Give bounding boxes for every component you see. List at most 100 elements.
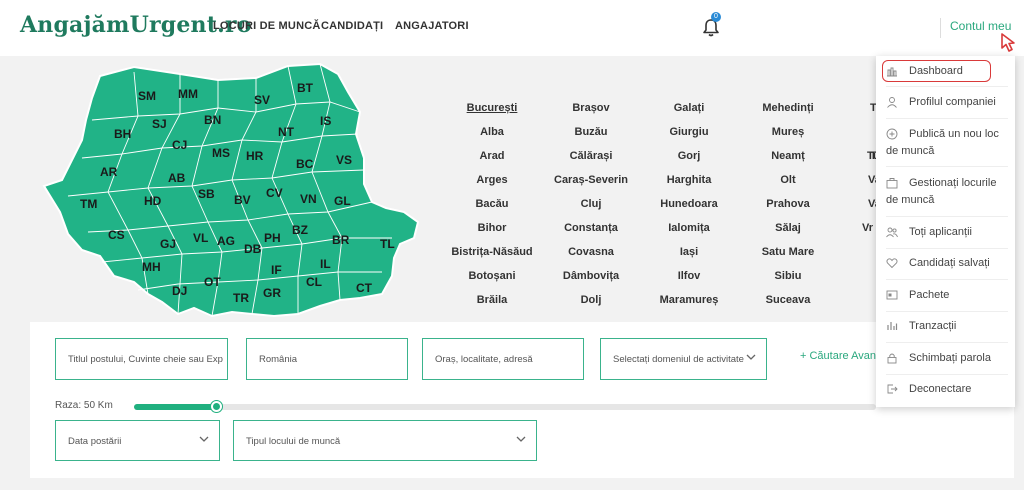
county-label-if: IF	[271, 263, 282, 277]
county-label-tr: TR	[233, 291, 249, 305]
job-type-placeholder: Tipul locului de muncă	[246, 436, 341, 447]
menu-divider	[886, 311, 1008, 312]
city-link[interactable]: Covasna	[568, 246, 614, 258]
city-link[interactable]: Cluj	[581, 198, 602, 210]
menu-item-company-profile[interactable]: Profilul companiei	[886, 94, 1008, 111]
radius-slider[interactable]	[134, 401, 876, 412]
menu-item-label: Schimbați parola	[909, 352, 991, 364]
advanced-search-link[interactable]: + Căutare Avan	[800, 350, 876, 362]
county-label-bz: BZ	[292, 223, 308, 237]
county-label-sm: SM	[138, 89, 156, 103]
menu-item-label: Pachete	[909, 289, 950, 301]
city-link[interactable]: Brașov	[572, 102, 609, 114]
romania-map[interactable]: SM MM BT SV BH SJ BN IS NT CJ MS HR VS A…	[42, 62, 422, 324]
county-label-hr: HR	[246, 149, 264, 163]
keyword-search-input[interactable]: Titlul postului, Cuvinte cheie sau Exp	[55, 338, 228, 380]
city-link[interactable]: Hunedoara	[660, 198, 717, 210]
city-link[interactable]: Alba	[480, 126, 504, 138]
county-label-bt: BT	[297, 81, 314, 95]
city-link[interactable]: Sibiu	[775, 270, 802, 282]
county-label-ms: MS	[212, 146, 230, 160]
city-link[interactable]: Olt	[780, 174, 795, 186]
password-icon	[887, 353, 897, 364]
city-link[interactable]: Ilfov	[678, 270, 701, 282]
menu-item-post-job[interactable]: Publică un nou loc de muncă	[886, 126, 1008, 160]
city-link[interactable]: Maramureș	[660, 294, 719, 306]
county-label-hd: HD	[144, 194, 162, 208]
city-link[interactable]: Bacău	[475, 198, 508, 210]
menu-item-transactions[interactable]: Tranzacții	[886, 318, 1008, 335]
chevron-down-icon	[516, 436, 526, 442]
chevron-down-icon	[746, 354, 756, 360]
menu-item-change-password[interactable]: Schimbați parola	[886, 350, 1008, 367]
notifications-bell-icon[interactable]: 0	[700, 12, 722, 38]
nav-locuri-de-munca[interactable]: LOCURI DE MUNCĂ	[213, 20, 321, 32]
menu-item-label: Deconectare	[909, 383, 972, 395]
job-type-select[interactable]: Tipul locului de muncă	[233, 420, 537, 461]
location-placeholder: Oraș, localitate, adresă	[435, 354, 533, 365]
city-link[interactable]: Giurgiu	[669, 126, 708, 138]
radius-slider-handle[interactable]	[210, 401, 222, 412]
city-link[interactable]: Vr	[862, 222, 873, 234]
menu-item-label: Publică un nou loc de muncă	[886, 128, 999, 157]
menu-item-all-applicants[interactable]: Toți aplicanții	[886, 224, 1008, 241]
city-link[interactable]: Suceava	[766, 294, 811, 306]
user-icon	[887, 97, 897, 108]
city-link[interactable]: Botoșani	[468, 270, 515, 282]
city-link[interactable]: Galați	[674, 102, 705, 114]
menu-item-packages[interactable]: Pachete	[886, 287, 1008, 304]
county-label-ot: OT	[204, 275, 221, 289]
city-link[interactable]: Mehedinți	[762, 102, 813, 114]
city-link[interactable]: Sălaj	[775, 222, 801, 234]
menu-item-manage-jobs[interactable]: Gestionați locurile de muncă	[886, 175, 1008, 209]
county-label-ab: AB	[168, 171, 186, 185]
county-label-bh: BH	[114, 127, 131, 141]
dashboard-highlight-ring	[882, 60, 991, 82]
city-link[interactable]: Brăila	[477, 294, 508, 306]
city-link[interactable]: Bihor	[478, 222, 507, 234]
date-posted-placeholder: Data postării	[68, 436, 122, 447]
city-link[interactable]: Iași	[680, 246, 698, 258]
nav-angajatori[interactable]: ANGAJATORI	[395, 20, 469, 32]
city-link[interactable]: Constanța	[564, 222, 618, 234]
city-link[interactable]: Arad	[479, 150, 504, 162]
city-link[interactable]: Harghita	[667, 174, 712, 186]
menu-item-label: Profilul companiei	[909, 96, 996, 108]
city-link[interactable]: Buzău	[575, 126, 608, 138]
country-input[interactable]: România	[246, 338, 408, 380]
menu-divider	[886, 118, 1008, 119]
nav-candidati[interactable]: CANDIDAȚI	[321, 20, 383, 32]
county-label-bv: BV	[234, 193, 251, 207]
county-label-nt: NT	[278, 125, 295, 139]
menu-item-logout[interactable]: Deconectare	[886, 381, 1008, 398]
menu-divider	[886, 86, 1008, 87]
menu-item-saved-candidates[interactable]: Candidați salvați	[886, 255, 1008, 272]
city-link[interactable]: Bistrița-Năsăud	[451, 246, 532, 258]
county-label-tm: TM	[80, 197, 97, 211]
city-link[interactable]: Neamț	[771, 150, 805, 162]
city-link[interactable]: Gorj	[678, 150, 701, 162]
city-link[interactable]: Arges	[476, 174, 507, 186]
city-link[interactable]: Ialomița	[668, 222, 710, 234]
account-menu-toggle[interactable]: Contul meu	[950, 19, 1011, 33]
domain-select[interactable]: Selectați domeniul de activitate	[600, 338, 767, 380]
city-link[interactable]: București	[467, 102, 518, 114]
menu-divider	[886, 279, 1008, 280]
city-link[interactable]: Dolj	[581, 294, 602, 306]
mouse-pointer-icon	[1001, 33, 1015, 52]
county-label-cl: CL	[306, 275, 322, 289]
county-label-sv: SV	[254, 93, 270, 107]
location-input[interactable]: Oraș, localitate, adresă	[422, 338, 584, 380]
city-link[interactable]: Prahova	[766, 198, 809, 210]
country-value: România	[259, 354, 298, 365]
menu-divider	[886, 374, 1008, 375]
city-link[interactable]: Dâmbovița	[563, 270, 619, 282]
county-label-ct: CT	[356, 281, 373, 295]
city-link[interactable]: Caraș-Severin	[554, 174, 628, 186]
city-link[interactable]: Satu Mare	[762, 246, 815, 258]
menu-divider	[886, 248, 1008, 249]
city-link[interactable]: Mureș	[772, 126, 804, 138]
city-link[interactable]: Călărași	[570, 150, 613, 162]
menu-item-label: Candidați salvați	[909, 257, 990, 269]
date-posted-select[interactable]: Data postării	[55, 420, 220, 461]
